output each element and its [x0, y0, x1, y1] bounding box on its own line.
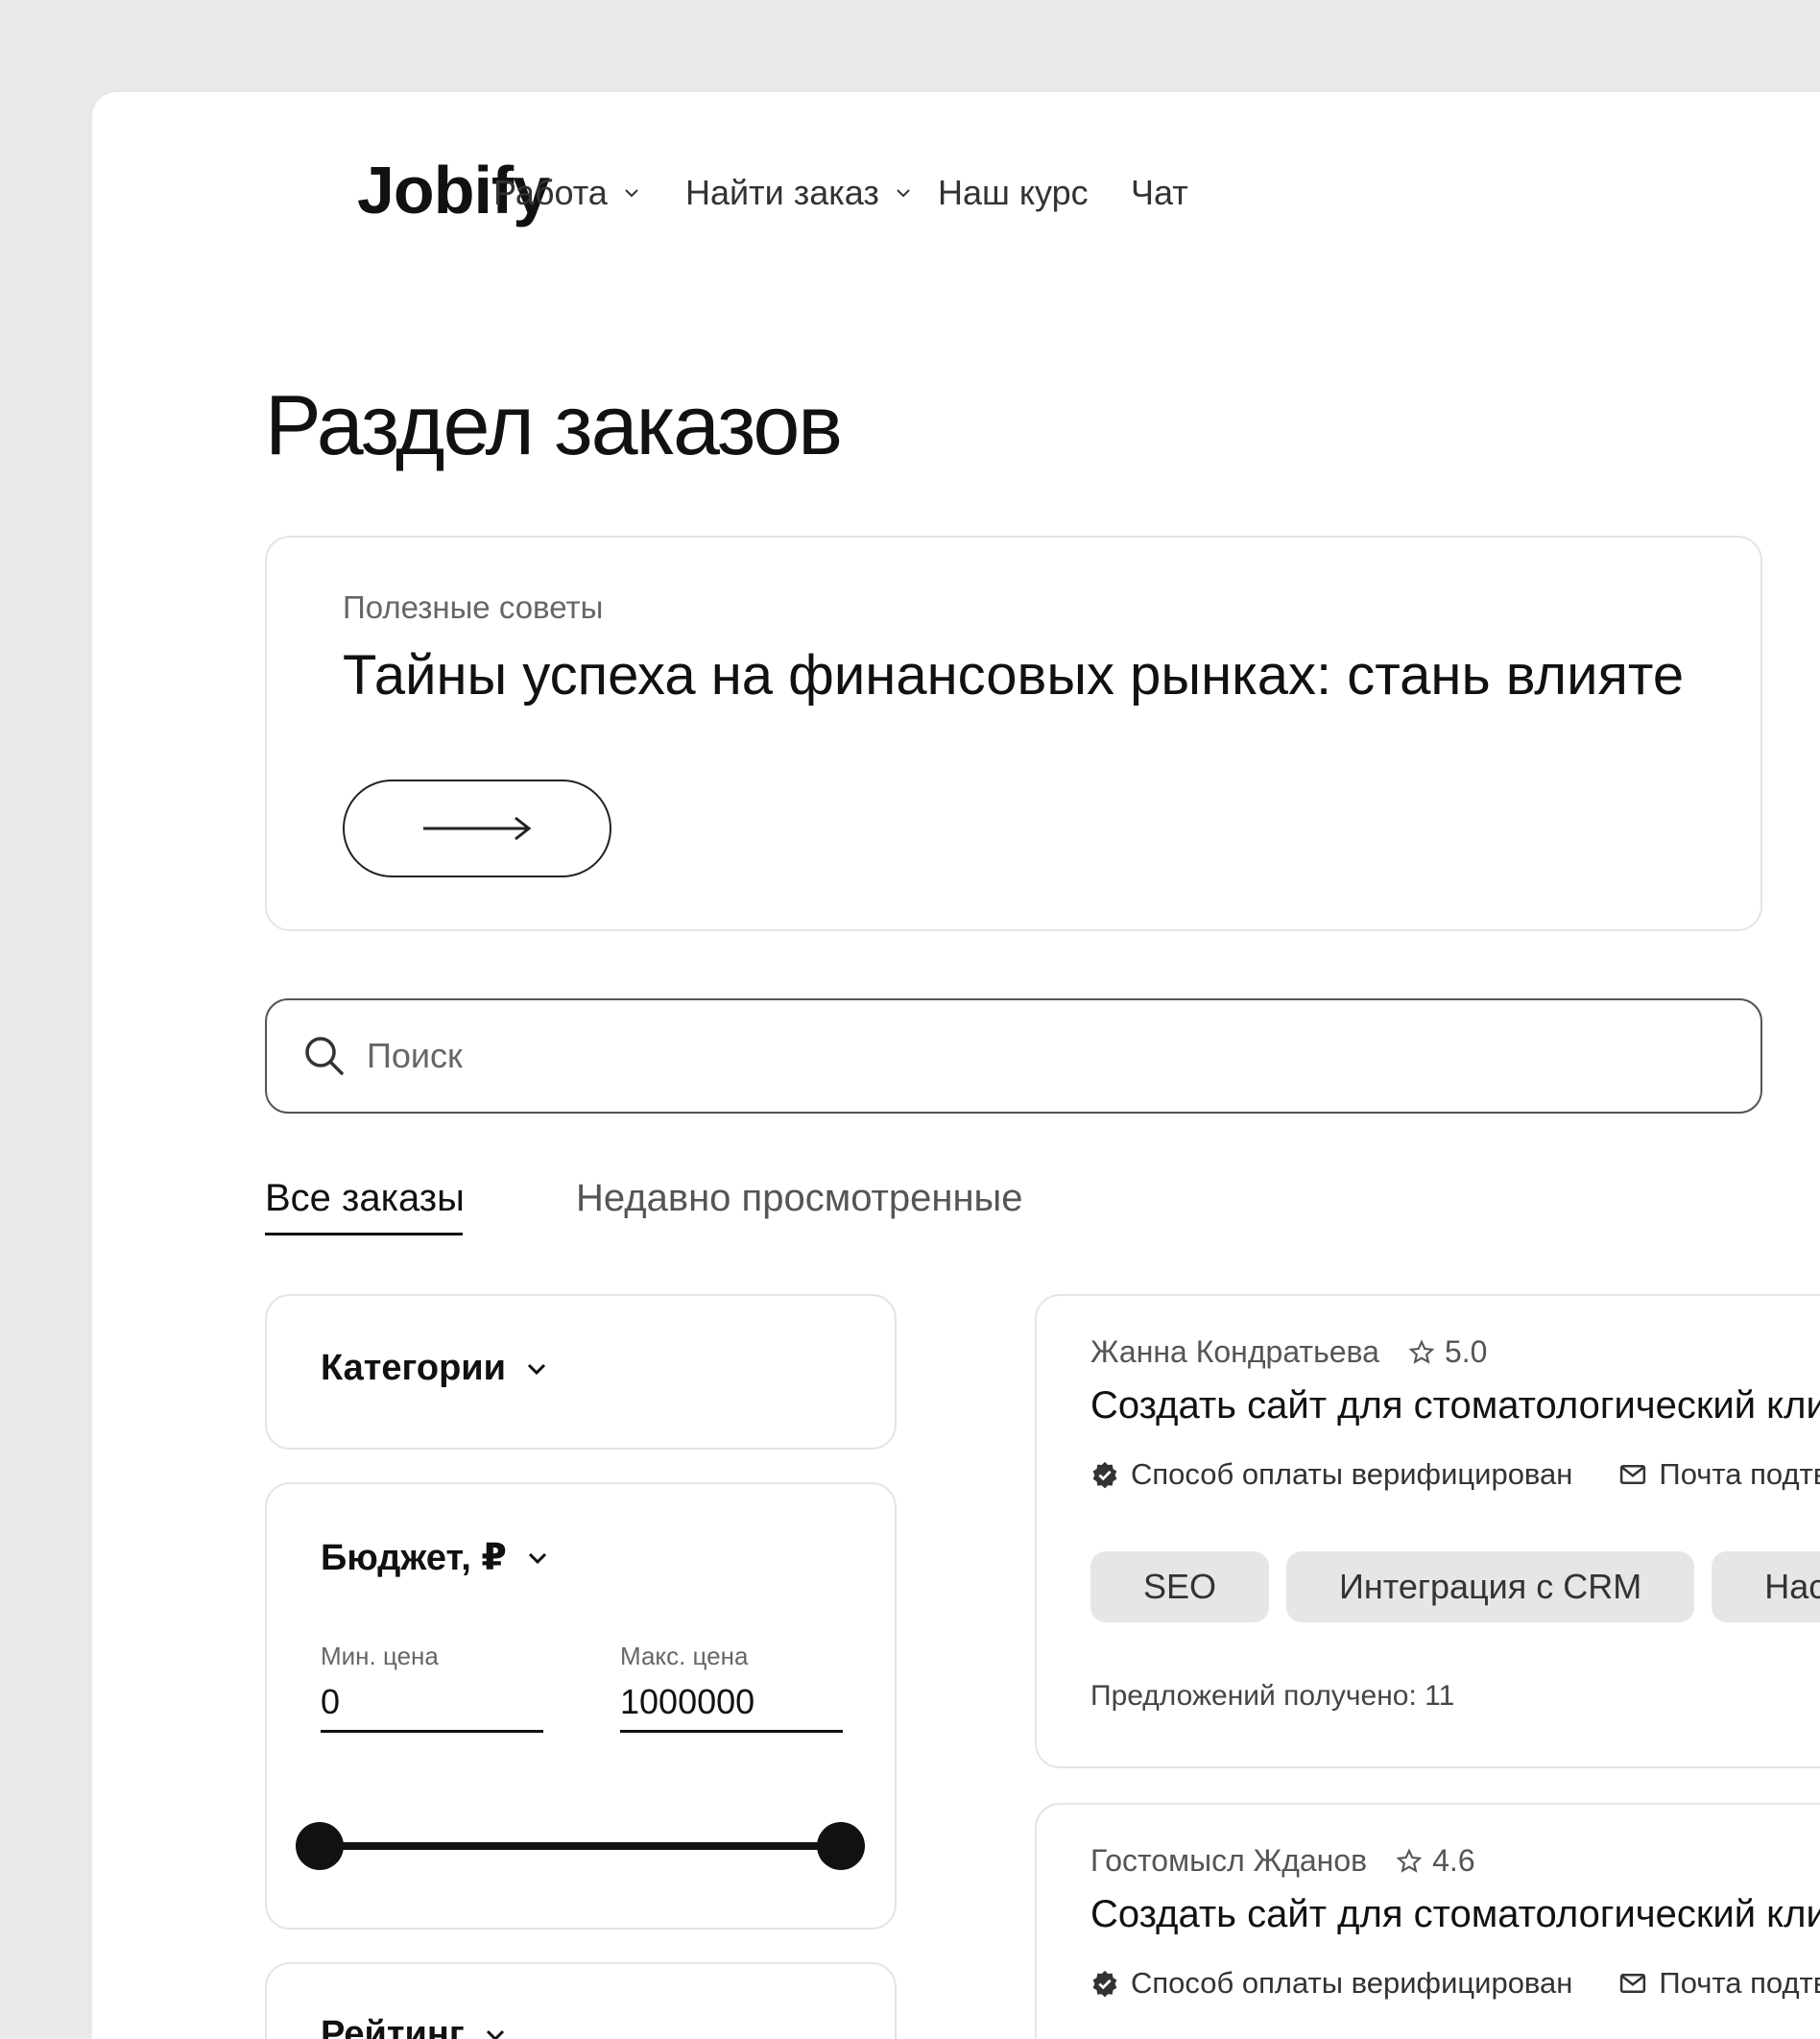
slider-min-handle[interactable]	[296, 1822, 344, 1870]
max-price-label: Макс. цена	[620, 1642, 749, 1670]
order-title[interactable]: Создать сайт для стоматологический кли	[1090, 1384, 1820, 1427]
payment-verified-badge: Способ оплаты верифицирован	[1090, 1966, 1572, 2001]
order-author-row: Жанна Кондратьева 5.0	[1090, 1334, 1487, 1370]
chevron-down-icon	[528, 1552, 546, 1564]
search-bar[interactable]	[265, 998, 1762, 1114]
tips-headline[interactable]: Тайны успеха на финансовых рынках: стань…	[343, 643, 1684, 708]
payment-verified-badge: Способ оплаты верифицирован	[1090, 1457, 1572, 1492]
chevron-down-icon	[625, 189, 638, 198]
star-icon	[1396, 1847, 1423, 1873]
nav-item-work[interactable]: Работа	[493, 173, 640, 213]
rating-filter-header[interactable]: Рейтинг	[321, 2014, 507, 2039]
max-price-underline	[620, 1730, 843, 1733]
author-name[interactable]: Гостомысл Жданов	[1090, 1843, 1367, 1879]
slider-max-handle[interactable]	[817, 1822, 865, 1870]
main-page: Jobify Работа Найти заказ Наш курс Чат Р…	[92, 92, 1820, 2039]
min-price-underline	[321, 1730, 543, 1733]
order-author-row: Гостомысл Жданов 4.6	[1090, 1843, 1475, 1879]
nav-item-label: Найти заказ	[685, 173, 879, 212]
mail-icon	[1620, 1465, 1646, 1484]
email-verified-badge: Почта подтв	[1618, 1966, 1820, 2001]
price-range-slider[interactable]	[294, 1820, 870, 1872]
order-card[interactable]: Гостомысл Жданов 4.6 Создать сайт для ст…	[1035, 1803, 1820, 2039]
nav-item-find-order[interactable]: Найти заказ	[685, 173, 912, 213]
payment-verified-label: Способ оплаты верифицирован	[1131, 1966, 1573, 2000]
categories-title: Категории	[321, 1348, 507, 1388]
budget-filter: Бюджет, ₽ Мин. цена 0 Макс. цена 1000000	[265, 1482, 897, 1930]
min-price-field[interactable]: 0	[321, 1682, 340, 1722]
author-rating: 5.0	[1408, 1334, 1487, 1370]
page-title: Раздел заказов	[265, 377, 843, 472]
tab-all-orders[interactable]: Все заказы	[265, 1177, 465, 1220]
nav-item-label: Работа	[493, 173, 608, 212]
max-price-field[interactable]: 1000000	[620, 1682, 754, 1722]
arrow-right-icon	[423, 816, 532, 841]
order-card[interactable]: Жанна Кондратьева 5.0 Создать сайт для с…	[1035, 1294, 1820, 1768]
categories-filter[interactable]: Категории	[265, 1294, 897, 1450]
tag[interactable]: Нас	[1712, 1551, 1820, 1622]
proposals-count: Предложений получено: 11	[1090, 1680, 1455, 1712]
email-verified-badge: Почта подтв	[1618, 1457, 1820, 1492]
email-verified-label: Почта подтв	[1659, 1457, 1820, 1491]
nav-item-chat[interactable]: Чат	[1131, 173, 1188, 213]
verified-badge-icon	[1092, 1461, 1117, 1489]
chevron-down-icon	[527, 1363, 546, 1375]
chevron-down-icon	[897, 189, 910, 198]
verified-badge-icon	[1092, 1970, 1117, 1998]
rating-value: 4.6	[1432, 1843, 1475, 1878]
order-title[interactable]: Создать сайт для стоматологический кли	[1090, 1893, 1820, 1936]
budget-title: Бюджет, ₽	[321, 1538, 507, 1578]
tag[interactable]: Интеграция с CRM	[1286, 1551, 1695, 1622]
tag[interactable]: SEO	[1090, 1551, 1270, 1622]
payment-verified-label: Способ оплаты верифицирован	[1131, 1457, 1573, 1491]
nav-item-label: Наш курс	[938, 173, 1089, 212]
author-name[interactable]: Жанна Кондратьева	[1090, 1334, 1379, 1370]
star-icon	[1408, 1338, 1435, 1364]
order-verification-row: Способ оплаты верифицирован Почта подтв	[1090, 1966, 1820, 2001]
mail-icon	[1620, 1974, 1646, 1993]
active-tab-indicator	[265, 1233, 463, 1235]
nav-item-label: Чат	[1131, 173, 1188, 212]
tips-label: Полезные советы	[343, 589, 604, 625]
order-verification-row: Способ оплаты верифицирован Почта подтв	[1090, 1457, 1820, 1492]
rating-value: 5.0	[1444, 1334, 1488, 1369]
nav-item-course[interactable]: Наш курс	[938, 173, 1089, 213]
tips-next-button[interactable]	[343, 780, 611, 877]
order-tags: SEO Интеграция с CRM Нас	[1090, 1551, 1820, 1622]
categories-filter-header[interactable]: Категории	[321, 1348, 548, 1389]
min-price-label: Мин. цена	[321, 1642, 439, 1670]
budget-filter-header[interactable]: Бюджет, ₽	[321, 1536, 549, 1579]
email-verified-label: Почта подтв	[1659, 1966, 1820, 2000]
search-icon	[305, 1037, 344, 1075]
rating-filter[interactable]: Рейтинг	[265, 1962, 897, 2039]
tips-card: Полезные советы Тайны успеха на финансов…	[265, 536, 1762, 931]
rating-title: Рейтинг	[321, 2014, 465, 2039]
tab-recently-viewed[interactable]: Недавно просмотренные	[576, 1177, 1023, 1220]
author-rating: 4.6	[1396, 1843, 1475, 1879]
search-input[interactable]	[367, 1029, 1231, 1083]
chevron-down-icon	[486, 2029, 504, 2039]
